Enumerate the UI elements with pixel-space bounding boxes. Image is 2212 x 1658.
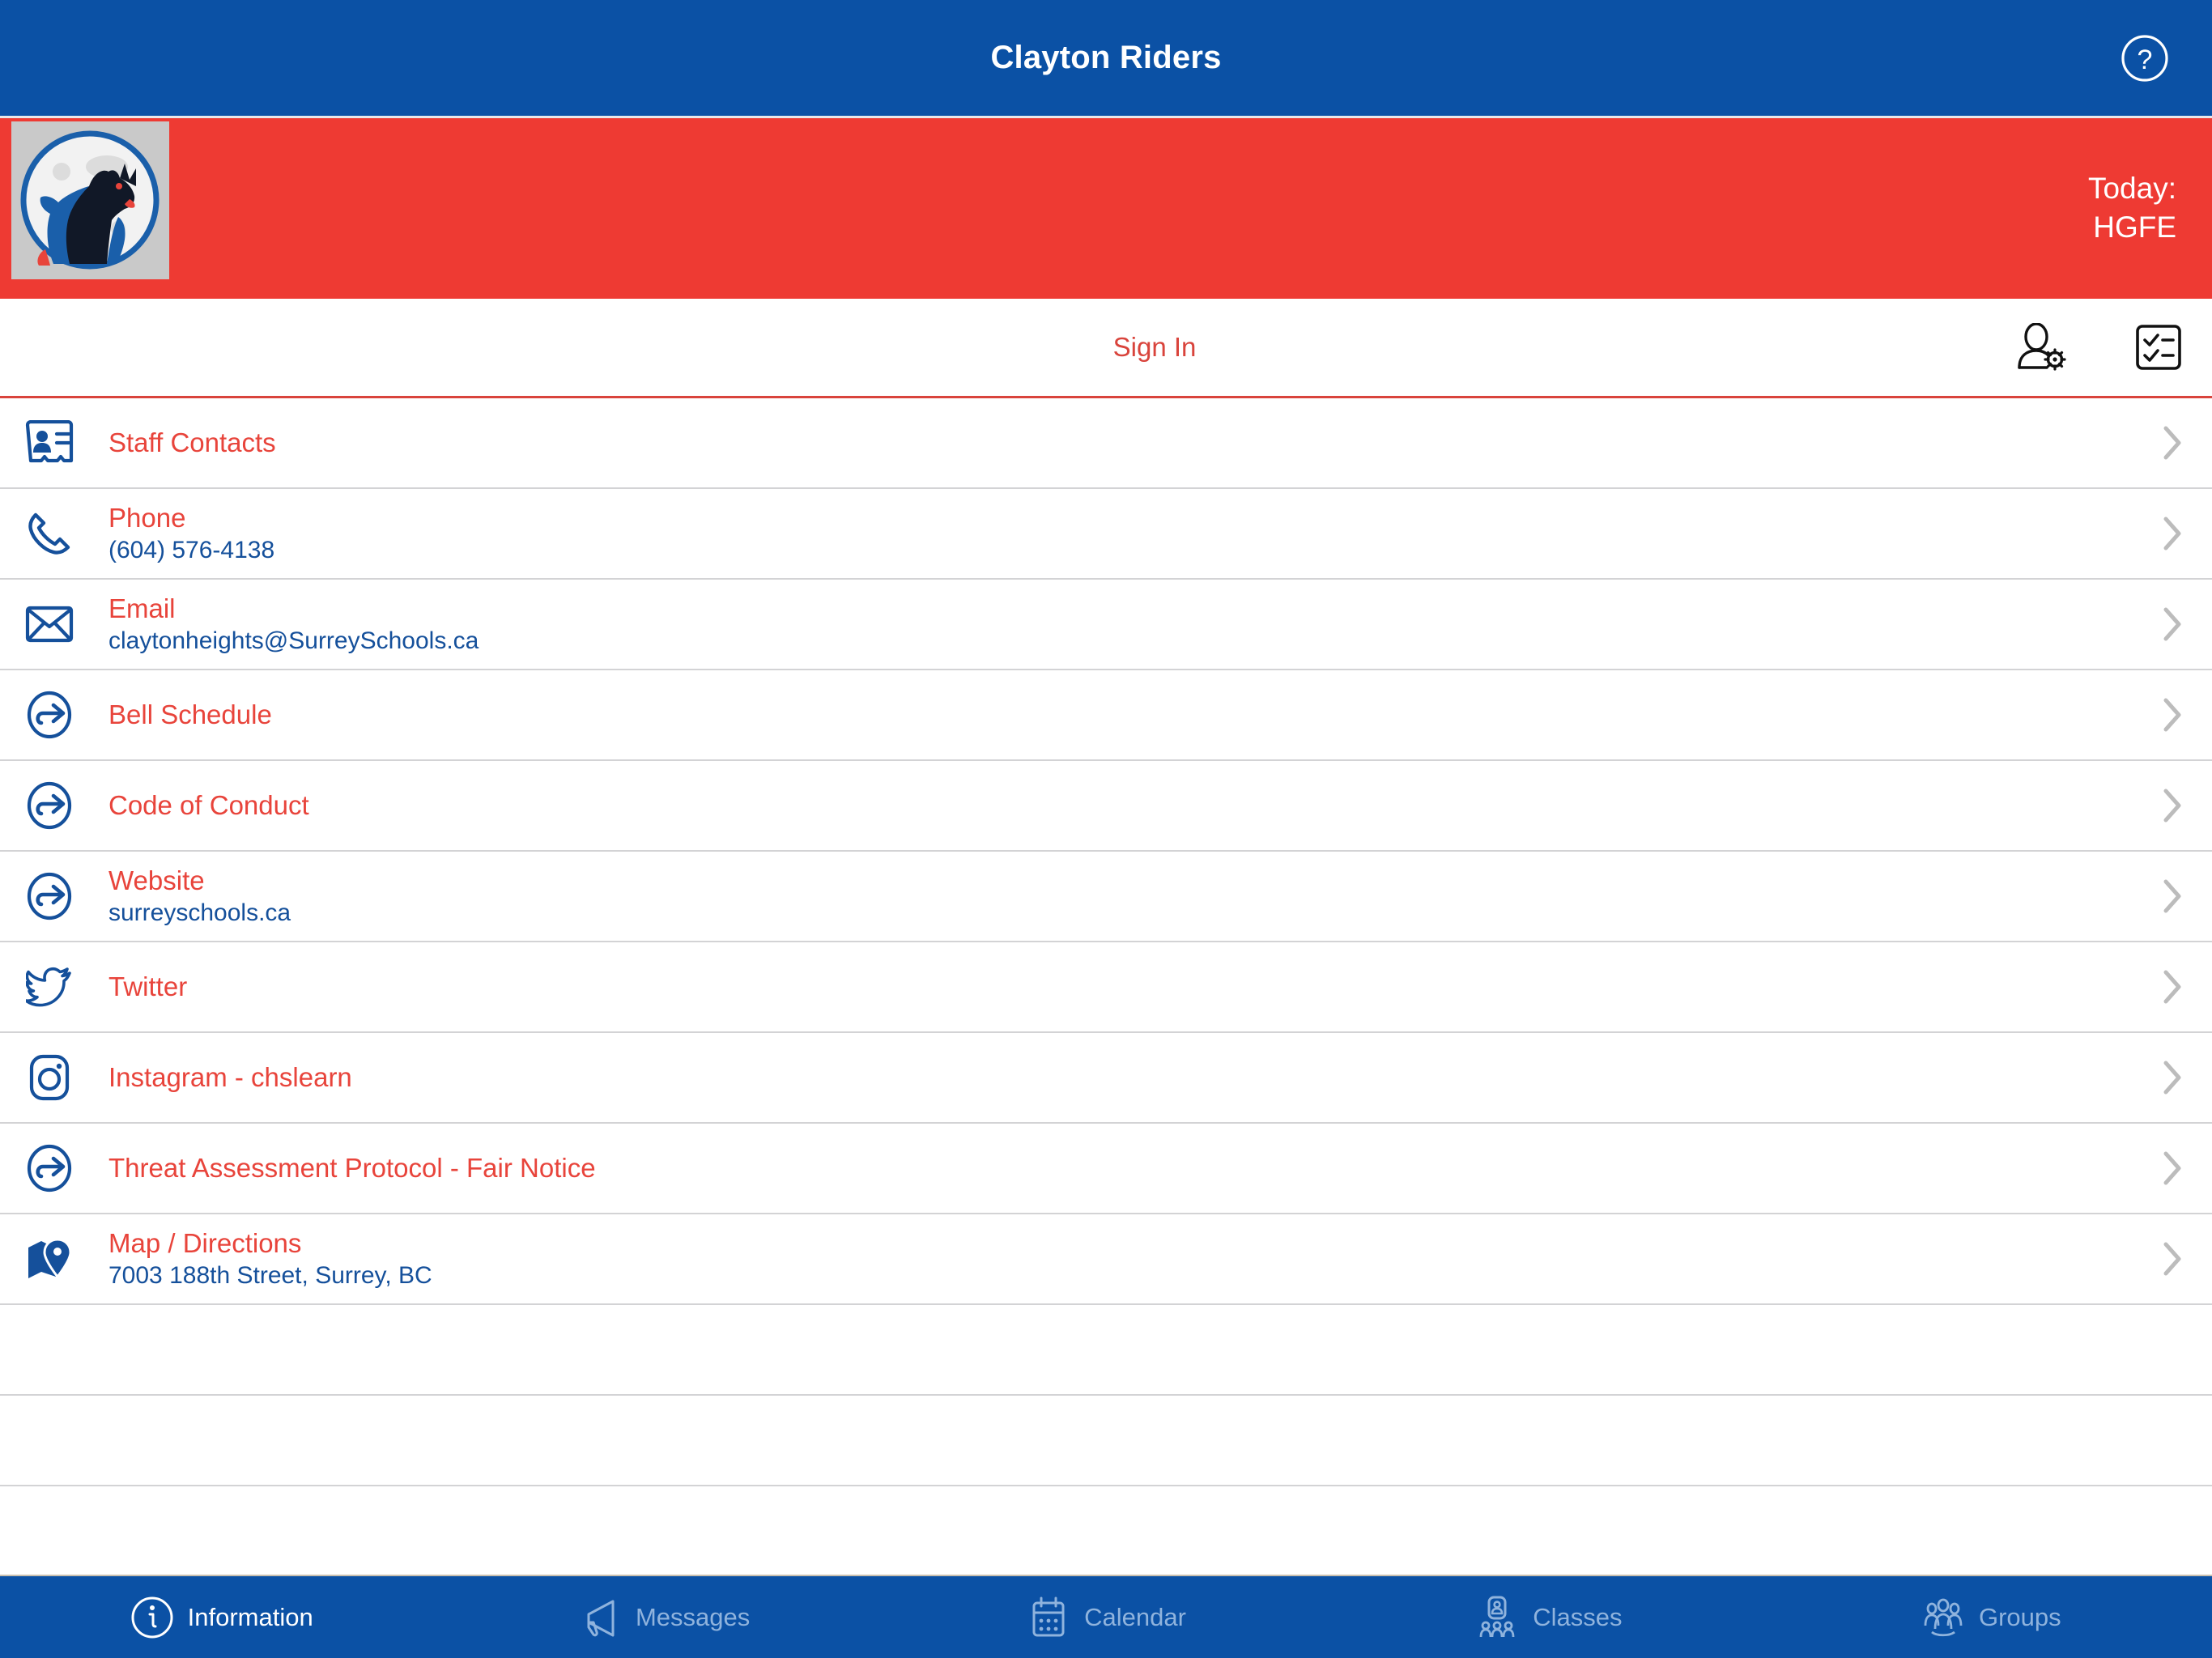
list-item-subtitle: claytonheights@SurreySchools.ca	[108, 627, 479, 654]
list-item-text: Email claytonheights@SurreySchools.ca	[108, 593, 479, 655]
school-logo	[11, 121, 169, 279]
chevron-right-icon	[2162, 1060, 2183, 1095]
list-item[interactable]: Phone (604) 576-4138	[0, 489, 2212, 580]
today-label: Today:	[2087, 171, 2176, 205]
chevron-right-icon	[2162, 788, 2183, 823]
list-item-text: Instagram - chslearn	[108, 1062, 352, 1093]
tab-label: Calendar	[1084, 1602, 1186, 1631]
sign-in-link[interactable]: Sign In	[0, 332, 2212, 363]
chevron-right-icon	[2162, 878, 2183, 914]
external-link-icon	[19, 776, 79, 835]
list-item-title: Twitter	[108, 971, 188, 1002]
classes-icon	[1474, 1595, 1520, 1640]
list-item-subtitle: 7003 188th Street, Surrey, BC	[108, 1261, 432, 1289]
megaphone-icon	[577, 1595, 623, 1640]
info-circle-icon	[130, 1595, 175, 1640]
list-item[interactable]: Website surreyschools.ca	[0, 852, 2212, 942]
signin-bar: Sign In	[0, 299, 2212, 398]
list-item-subtitle: surreyschools.ca	[108, 899, 291, 926]
chevron-right-icon	[2162, 606, 2183, 642]
list-item-title: Website	[108, 865, 205, 895]
external-link-icon	[19, 1138, 79, 1198]
tab-information[interactable]: Information	[0, 1576, 442, 1658]
empty-list-row	[0, 1305, 2212, 1396]
list-item-text: Map / Directions 7003 188th Street, Surr…	[108, 1228, 432, 1290]
list-item[interactable]: Email claytonheights@SurreySchools.ca	[0, 580, 2212, 670]
list-item[interactable]: Code of Conduct	[0, 761, 2212, 852]
chevron-right-icon	[2162, 969, 2183, 1005]
chevron-right-icon	[2162, 1241, 2183, 1277]
envelope-icon	[19, 594, 79, 654]
chevron-right-icon	[2162, 697, 2183, 733]
list-item-title: Phone	[108, 502, 186, 533]
signin-actions	[2014, 323, 2183, 372]
today-value: HGFE	[2093, 210, 2176, 244]
list-item-text: Website surreyschools.ca	[108, 865, 291, 927]
tab-label: Groups	[1978, 1602, 2061, 1631]
list-item-title: Email	[108, 593, 176, 623]
information-list: Staff Contacts Phone (604) 576-4138 Emai…	[0, 398, 2212, 1575]
map-pin-icon	[19, 1229, 79, 1289]
empty-list-row	[0, 1486, 2212, 1575]
list-item-text: Bell Schedule	[108, 699, 272, 730]
twitter-bird-icon	[19, 957, 79, 1017]
user-settings-icon[interactable]	[2014, 323, 2068, 372]
list-item[interactable]: Map / Directions 7003 188th Street, Surr…	[0, 1214, 2212, 1305]
list-item-text: Threat Assessment Protocol - Fair Notice	[108, 1153, 596, 1184]
list-item-text: Staff Contacts	[108, 427, 276, 458]
page-title: Clayton Riders	[990, 40, 1222, 75]
external-link-icon	[19, 866, 79, 926]
list-item-text: Twitter	[108, 971, 187, 1002]
phone-icon	[19, 504, 79, 563]
tab-label: Classes	[1533, 1602, 1623, 1631]
school-banner: Today: HGFE	[0, 116, 2212, 299]
list-item-title: Map / Directions	[108, 1227, 302, 1258]
list-item-text: Phone (604) 576-4138	[108, 503, 274, 564]
contact-card-icon	[19, 413, 79, 473]
help-circle-icon[interactable]: ?	[2120, 33, 2170, 83]
calendar-icon	[1026, 1595, 1071, 1640]
list-item-title: Code of Conduct	[108, 790, 309, 821]
list-item-title: Threat Assessment Protocol - Fair Notice	[108, 1153, 596, 1184]
app-root: Clayton Riders ? Today: HGFE Sign In Sta…	[0, 0, 2212, 1658]
external-link-icon	[19, 685, 79, 745]
tab-label: Information	[187, 1602, 313, 1631]
tab-classes[interactable]: Classes	[1327, 1576, 1769, 1658]
bottom-tab-bar: Information Messages Calendar Classes Gr…	[0, 1575, 2212, 1658]
list-item-text: Code of Conduct	[108, 790, 309, 821]
instagram-icon	[19, 1048, 79, 1107]
tab-groups[interactable]: Groups	[1770, 1576, 2212, 1658]
chevron-right-icon	[2162, 1150, 2183, 1186]
tab-messages[interactable]: Messages	[442, 1576, 884, 1658]
tab-calendar[interactable]: Calendar	[885, 1576, 1327, 1658]
title-bar: Clayton Riders ?	[0, 0, 2212, 116]
list-item-subtitle: (604) 576-4138	[108, 536, 275, 563]
list-item-title: Instagram - chslearn	[108, 1062, 352, 1093]
empty-list-row	[0, 1396, 2212, 1486]
today-block: Today: HGFE	[2088, 169, 2176, 249]
list-item[interactable]: Bell Schedule	[0, 670, 2212, 761]
list-item[interactable]: Threat Assessment Protocol - Fair Notice	[0, 1124, 2212, 1214]
tab-label: Messages	[635, 1602, 751, 1631]
checklist-icon[interactable]	[2134, 323, 2183, 372]
chevron-right-icon	[2162, 516, 2183, 551]
list-item-title: Bell Schedule	[108, 699, 272, 730]
list-item[interactable]: Staff Contacts	[0, 398, 2212, 489]
groups-icon	[1921, 1595, 1966, 1640]
chevron-right-icon	[2162, 425, 2183, 461]
list-item[interactable]: Twitter	[0, 942, 2212, 1033]
list-item[interactable]: Instagram - chslearn	[0, 1033, 2212, 1124]
list-item-title: Staff Contacts	[108, 427, 276, 458]
svg-text:?: ?	[2138, 45, 2153, 75]
